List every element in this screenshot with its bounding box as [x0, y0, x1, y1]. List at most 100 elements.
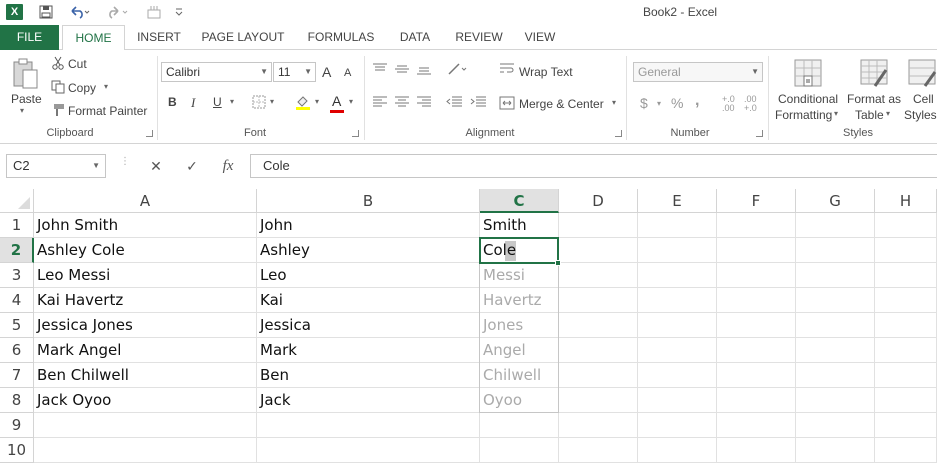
column-header-e[interactable]: E	[638, 189, 717, 213]
redo-icon[interactable]	[104, 3, 132, 21]
empty-cell[interactable]	[796, 388, 875, 413]
cell-b1[interactable]: John	[257, 213, 480, 238]
empty-cell[interactable]	[638, 388, 717, 413]
column-header-d[interactable]: D	[559, 189, 638, 213]
cell-b9[interactable]	[257, 413, 480, 438]
alignment-launcher-icon[interactable]	[615, 130, 622, 137]
empty-cell[interactable]	[559, 438, 638, 463]
empty-cell[interactable]	[559, 238, 638, 263]
name-box[interactable]: C2 ▼	[6, 154, 106, 178]
empty-cell[interactable]	[559, 363, 638, 388]
cell-a9[interactable]	[34, 413, 257, 438]
empty-cell[interactable]	[717, 338, 796, 363]
cell-a7[interactable]: Ben Chilwell	[34, 363, 257, 388]
merge-center-button[interactable]: Merge & Center	[519, 97, 604, 111]
row-header-3[interactable]: 3	[0, 263, 34, 288]
formula-bar-grip-icon[interactable]: ⋮	[120, 157, 130, 173]
row-header-9[interactable]: 9	[0, 413, 34, 438]
cell-a3[interactable]: Leo Messi	[34, 263, 257, 288]
empty-cell[interactable]	[638, 213, 717, 238]
clipboard-launcher-icon[interactable]	[146, 130, 153, 137]
font-color-button[interactable]: A	[332, 93, 341, 109]
cell-a5[interactable]: Jessica Jones	[34, 313, 257, 338]
row-header-1[interactable]: 1	[0, 213, 34, 238]
empty-cell[interactable]	[796, 363, 875, 388]
empty-cell[interactable]	[717, 213, 796, 238]
empty-cell[interactable]	[717, 288, 796, 313]
borders-icon[interactable]	[251, 94, 267, 110]
copy-button[interactable]: Copy	[68, 81, 96, 95]
cell-c9[interactable]	[480, 413, 559, 438]
empty-cell[interactable]	[875, 238, 937, 263]
tab-formulas[interactable]: FORMULAS	[302, 25, 380, 50]
confirm-entry-button[interactable]: ✓	[181, 156, 203, 176]
empty-cell[interactable]	[638, 438, 717, 463]
empty-cell[interactable]	[559, 288, 638, 313]
worksheet-grid[interactable]: A B C D E F G H 1 2 3 4 5 6 7 8 9 10 Joh…	[0, 189, 937, 465]
cell-b3[interactable]: Leo	[257, 263, 480, 288]
align-middle-icon[interactable]	[393, 62, 411, 76]
empty-cell[interactable]	[717, 313, 796, 338]
format-as-table-dropdown-icon[interactable]: ▾	[886, 109, 890, 118]
row-header-2[interactable]: 2	[0, 238, 34, 263]
empty-cell[interactable]	[717, 238, 796, 263]
column-header-g[interactable]: G	[796, 189, 875, 213]
align-top-icon[interactable]	[371, 62, 389, 76]
align-bottom-icon[interactable]	[415, 62, 433, 76]
grow-font-button[interactable]: A	[322, 64, 331, 80]
number-format-select[interactable]: General ▼	[633, 62, 763, 82]
empty-cell[interactable]	[796, 338, 875, 363]
number-launcher-icon[interactable]	[756, 130, 763, 137]
comma-button[interactable]: ,	[695, 92, 699, 110]
conditional-formatting-label-2[interactable]: Formatting	[775, 108, 832, 122]
paste-icon[interactable]	[10, 57, 40, 91]
empty-cell[interactable]	[559, 213, 638, 238]
cancel-entry-button[interactable]: ✕	[145, 156, 167, 176]
underline-button[interactable]: U	[213, 95, 222, 109]
cell-b8[interactable]: Jack	[257, 388, 480, 413]
empty-cell[interactable]	[638, 413, 717, 438]
increase-indent-icon[interactable]	[468, 95, 488, 109]
font-color-dropdown-icon[interactable]: ▾	[349, 97, 353, 106]
empty-cell[interactable]	[717, 263, 796, 288]
italic-button[interactable]: I	[191, 95, 195, 111]
paste-button[interactable]: Paste	[11, 92, 42, 106]
empty-cell[interactable]	[875, 313, 937, 338]
tab-data[interactable]: DATA	[392, 25, 438, 50]
cell-c10[interactable]	[480, 438, 559, 463]
select-all-button[interactable]	[0, 189, 34, 213]
empty-cell[interactable]	[875, 363, 937, 388]
empty-cell[interactable]	[875, 438, 937, 463]
row-header-5[interactable]: 5	[0, 313, 34, 338]
cell-styles-label-1[interactable]: Cell	[913, 92, 934, 106]
copy-dropdown-icon[interactable]: ▾	[104, 82, 108, 91]
column-header-b[interactable]: B	[257, 189, 480, 213]
conditional-formatting-label-1[interactable]: Conditional	[778, 92, 838, 106]
empty-cell[interactable]	[638, 263, 717, 288]
empty-cell[interactable]	[638, 338, 717, 363]
empty-cell[interactable]	[638, 288, 717, 313]
empty-cell[interactable]	[717, 363, 796, 388]
currency-button[interactable]: $	[640, 95, 648, 111]
tab-file[interactable]: FILE	[0, 25, 59, 50]
insert-function-button[interactable]: fx	[217, 156, 239, 176]
borders-dropdown-icon[interactable]: ▾	[270, 97, 274, 106]
bold-button[interactable]: B	[168, 95, 177, 109]
empty-cell[interactable]	[559, 313, 638, 338]
paste-dropdown-icon[interactable]: ▾	[20, 106, 24, 115]
empty-cell[interactable]	[717, 413, 796, 438]
empty-cell[interactable]	[875, 288, 937, 313]
cell-c2[interactable]: Cole	[480, 238, 559, 263]
align-right-icon[interactable]	[415, 95, 433, 109]
font-launcher-icon[interactable]	[352, 130, 359, 137]
underline-dropdown-icon[interactable]: ▾	[230, 97, 234, 106]
cell-a4[interactable]: Kai Havertz	[34, 288, 257, 313]
cell-b6[interactable]: Mark	[257, 338, 480, 363]
row-header-4[interactable]: 4	[0, 288, 34, 313]
empty-cell[interactable]	[796, 238, 875, 263]
empty-cell[interactable]	[796, 288, 875, 313]
wrap-text-button[interactable]: Wrap Text	[519, 65, 573, 79]
tab-page-layout[interactable]: PAGE LAYOUT	[197, 25, 289, 50]
empty-cell[interactable]	[875, 413, 937, 438]
column-header-f[interactable]: F	[717, 189, 796, 213]
